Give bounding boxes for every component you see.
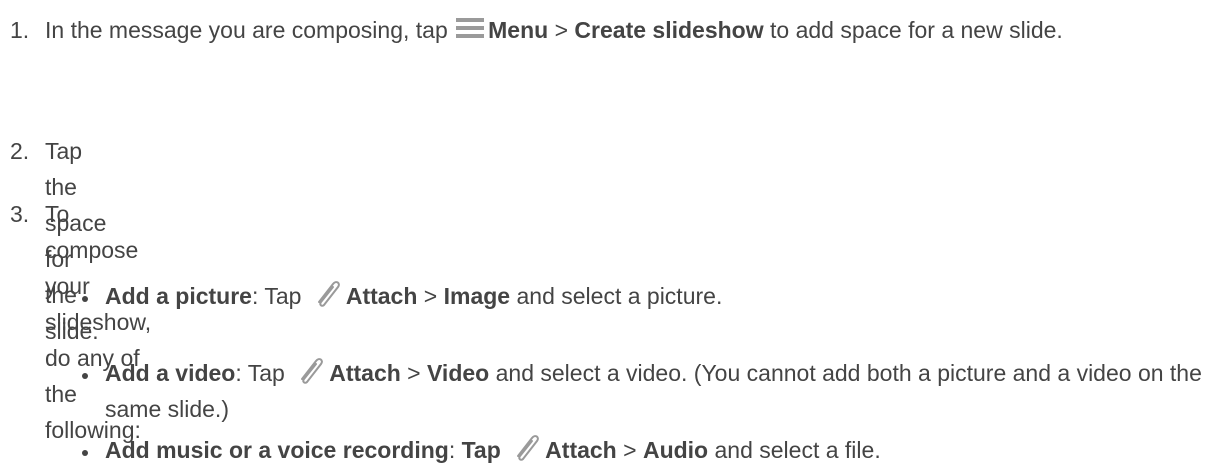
tap-word: Tap	[461, 437, 501, 463]
attach-label: Attach	[329, 360, 401, 386]
bullet-title: Add a picture	[105, 283, 252, 309]
bullet-dot	[82, 450, 88, 456]
separator: >	[407, 360, 421, 386]
step-text: In the message you are composing, tap Me…	[45, 12, 1225, 48]
bullet-title: Add music or a voice recording	[105, 437, 449, 463]
step-text-post: to add space for a new slide.	[770, 17, 1063, 43]
step-number: 2.	[10, 138, 30, 164]
paperclip-icon	[517, 435, 540, 461]
separator: >	[623, 437, 637, 463]
bullet-dot	[82, 296, 88, 302]
separator: >	[423, 283, 438, 309]
attach-label: Attach	[545, 437, 617, 463]
colon: :	[448, 437, 456, 463]
colon: :	[251, 283, 259, 309]
bullet-title: Add a video	[105, 360, 236, 386]
paperclip-icon	[317, 281, 340, 307]
menu-label: Menu	[488, 17, 549, 43]
bullet-dot	[82, 373, 88, 379]
menu-icon	[456, 17, 485, 39]
tap-word: Tap	[247, 360, 285, 386]
video-label: Video	[427, 360, 490, 386]
colon: :	[235, 360, 242, 386]
attach-label: Attach	[345, 283, 418, 309]
bullet-text: Add a video: Tap Attach > Video and sele…	[105, 355, 1220, 427]
paperclip-icon	[301, 358, 324, 384]
audio-label: Audio	[642, 437, 709, 463]
separator: >	[554, 17, 569, 43]
step-number: 1.	[10, 17, 30, 43]
create-slideshow-label: Create slideshow	[574, 17, 764, 43]
bullet-post: and select a file.	[714, 437, 881, 463]
bullet-text: Add a picture: Tap Attach > Image and se…	[105, 278, 1220, 314]
tap-word: Tap	[264, 283, 302, 309]
step-number: 3.	[10, 201, 30, 227]
bullet-post: and select a picture.	[516, 283, 723, 309]
step-text-pre: In the message you are composing, tap	[45, 17, 448, 43]
image-label: Image	[443, 283, 511, 309]
instruction-document: 1. In the message you are composing, tap…	[0, 0, 1228, 465]
bullet-text: Add music or a voice recording: Tap Atta…	[105, 432, 1220, 468]
